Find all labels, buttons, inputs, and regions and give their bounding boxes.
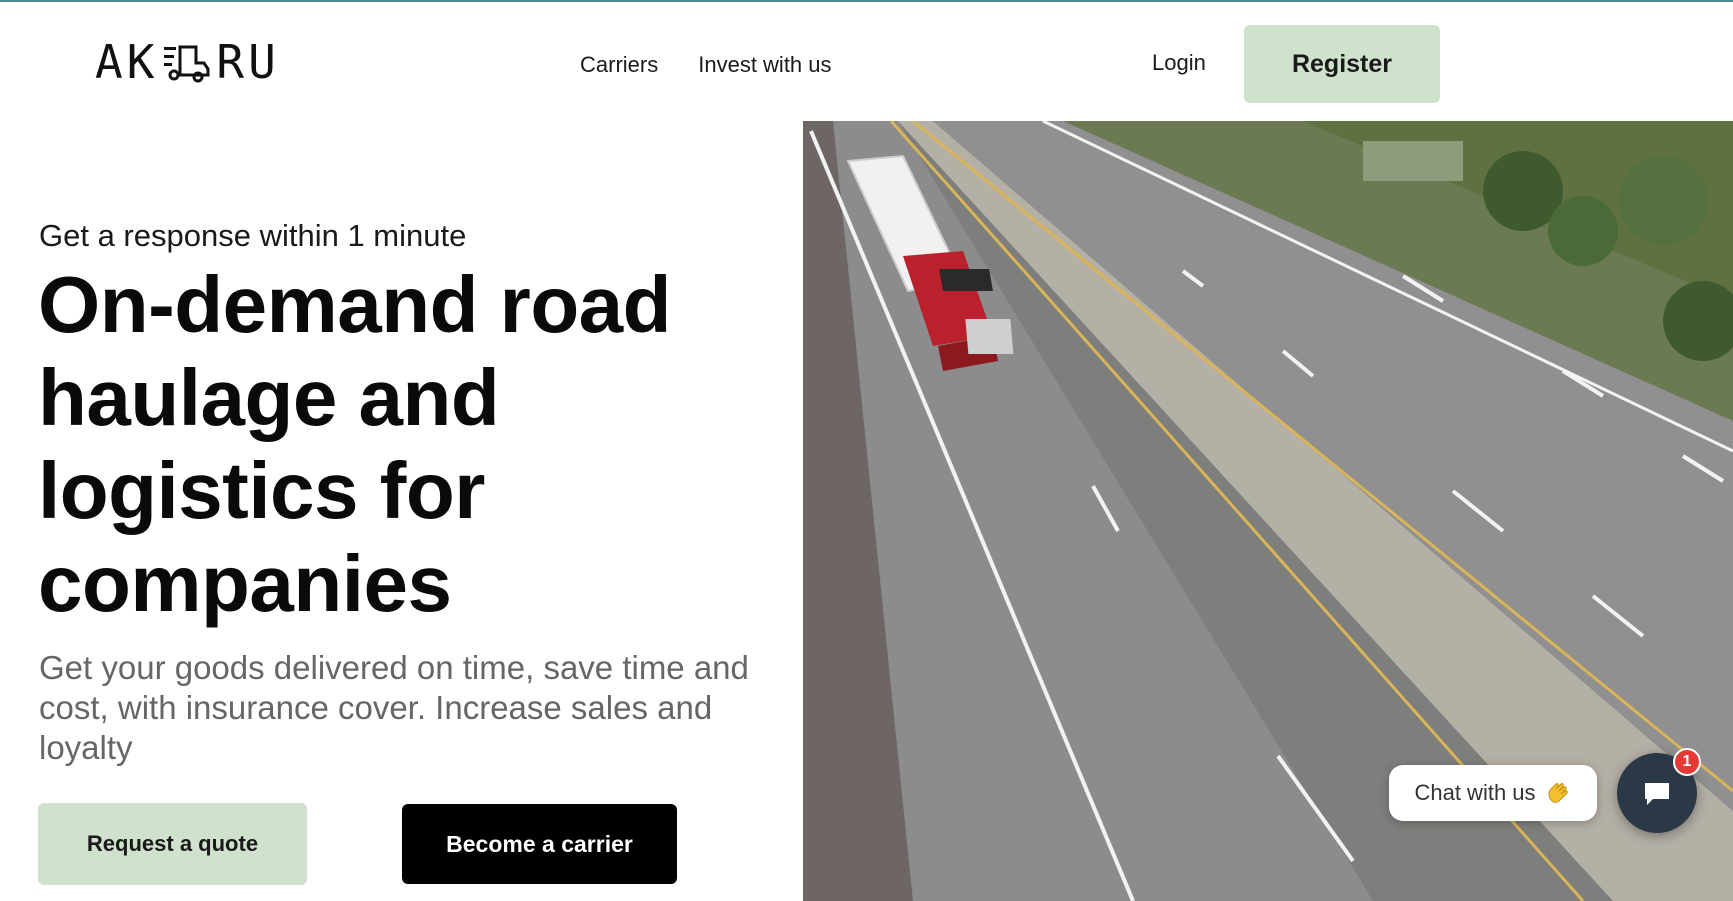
hero-eyebrow: Get a response within 1 minute bbox=[39, 218, 467, 253]
logo-text-left: AK bbox=[95, 35, 159, 89]
login-link[interactable]: Login bbox=[1152, 50, 1206, 76]
chat-icon bbox=[1645, 783, 1669, 805]
hero-headline: On-demand road haulage and logistics for… bbox=[38, 260, 672, 628]
waving-hand-icon bbox=[1548, 783, 1568, 803]
become-carrier-button[interactable]: Become a carrier bbox=[402, 804, 677, 884]
register-button[interactable]: Register bbox=[1244, 25, 1440, 103]
request-quote-button[interactable]: Request a quote bbox=[38, 803, 307, 885]
notification-badge: 1 bbox=[1673, 748, 1701, 776]
logo[interactable]: AK RU bbox=[95, 35, 280, 89]
logo-text-right: RU bbox=[216, 35, 280, 89]
chat-with-us-bubble[interactable]: Chat with us bbox=[1389, 765, 1597, 821]
chat-label: Chat with us bbox=[1414, 780, 1536, 805]
truck-logo-icon bbox=[164, 45, 210, 83]
nav-carriers-link[interactable]: Carriers bbox=[580, 52, 658, 78]
nav-invest-link[interactable]: Invest with us bbox=[698, 52, 831, 78]
hero-subtext: Get your goods delivered on time, save t… bbox=[39, 649, 749, 766]
main-nav: Carriers Invest with us bbox=[580, 52, 832, 78]
top-accent-line bbox=[0, 0, 1733, 2]
page: AK RU Carriers Invest with us Login Regi… bbox=[0, 0, 1733, 901]
